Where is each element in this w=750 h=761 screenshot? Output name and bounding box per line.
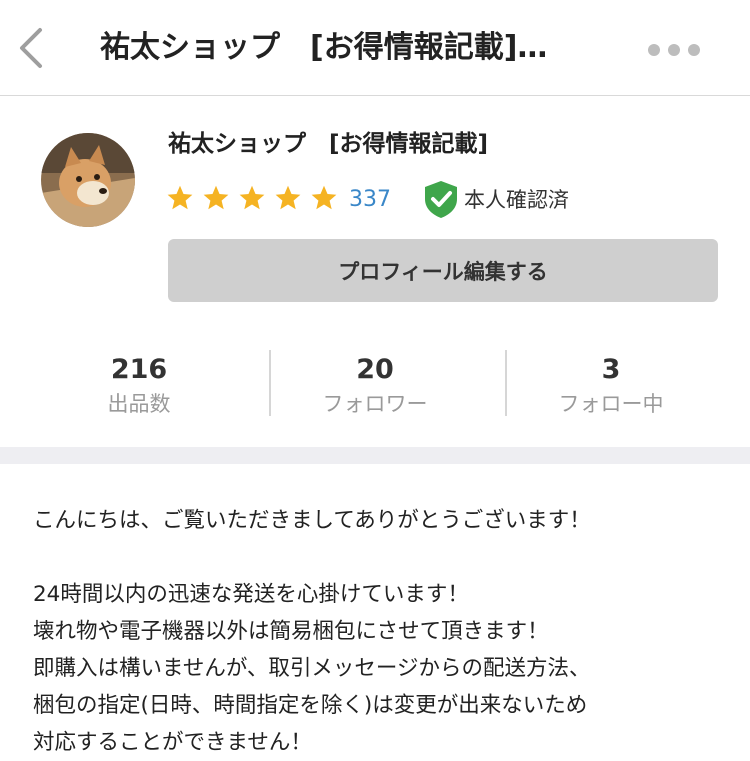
chevron-left-icon	[20, 28, 42, 68]
verified-label: 本人確認済	[464, 188, 569, 212]
more-dots-icon	[668, 44, 680, 56]
more-dots-icon	[688, 44, 700, 56]
star-icon	[239, 185, 265, 210]
stat-label: フォロワー	[322, 392, 428, 416]
description-line: 梱包の指定(日時、時間指定を除く)は変更が出来ないため	[33, 693, 588, 718]
description-line: 壊れ物や電子機器以外は簡易梱包にさせて頂きます！	[33, 619, 549, 644]
stat-followers[interactable]: 20 フォロワー	[300, 350, 450, 418]
star-icon	[203, 185, 229, 210]
stat-value: 20	[356, 354, 394, 385]
stat-value: 3	[601, 354, 621, 385]
verified-shield-check-icon	[425, 181, 457, 218]
stat-label: フォロー中	[558, 392, 664, 416]
divider	[505, 350, 507, 416]
more-dots-icon	[648, 44, 660, 56]
star-icon	[167, 185, 193, 210]
profile-description: こんにちは、ご覧いただきましてありがとうございます！ 24時間以内の迅速な発送を…	[33, 502, 733, 761]
edit-profile-button[interactable]: プロフィール編集する	[168, 239, 718, 302]
shop-name: 祐太ショップ [お得情報記載]	[168, 131, 489, 157]
stat-following[interactable]: 3 フォロー中	[536, 350, 686, 418]
avatar[interactable]	[41, 133, 135, 227]
stat-value: 216	[110, 354, 168, 385]
stat-listings[interactable]: 216 出品数	[64, 350, 214, 418]
section-separator	[0, 447, 750, 464]
rating-count-link[interactable]: 337	[349, 184, 391, 216]
stat-label: 出品数	[107, 392, 171, 416]
shiba-dog-avatar-icon	[41, 133, 135, 227]
description-line: 即購入は構いませんが、取引メッセージからの配送方法、	[33, 656, 591, 681]
star-icon	[275, 185, 301, 210]
divider	[269, 350, 271, 416]
navigation-header: 祐太ショップ [お得情報記載]…	[0, 0, 750, 96]
description-line: 対応することができません！	[33, 730, 312, 755]
star-icon	[311, 185, 337, 210]
page-title: 祐太ショップ [お得情報記載]…	[100, 30, 548, 65]
back-button[interactable]	[12, 22, 52, 74]
description-blank-line	[33, 539, 733, 576]
description-line: 24時間以内の迅速な発送を心掛けています！	[33, 582, 469, 607]
more-options-button[interactable]	[644, 38, 704, 62]
description-line: こんにちは、ご覧いただきましてありがとうございます！	[33, 508, 591, 533]
